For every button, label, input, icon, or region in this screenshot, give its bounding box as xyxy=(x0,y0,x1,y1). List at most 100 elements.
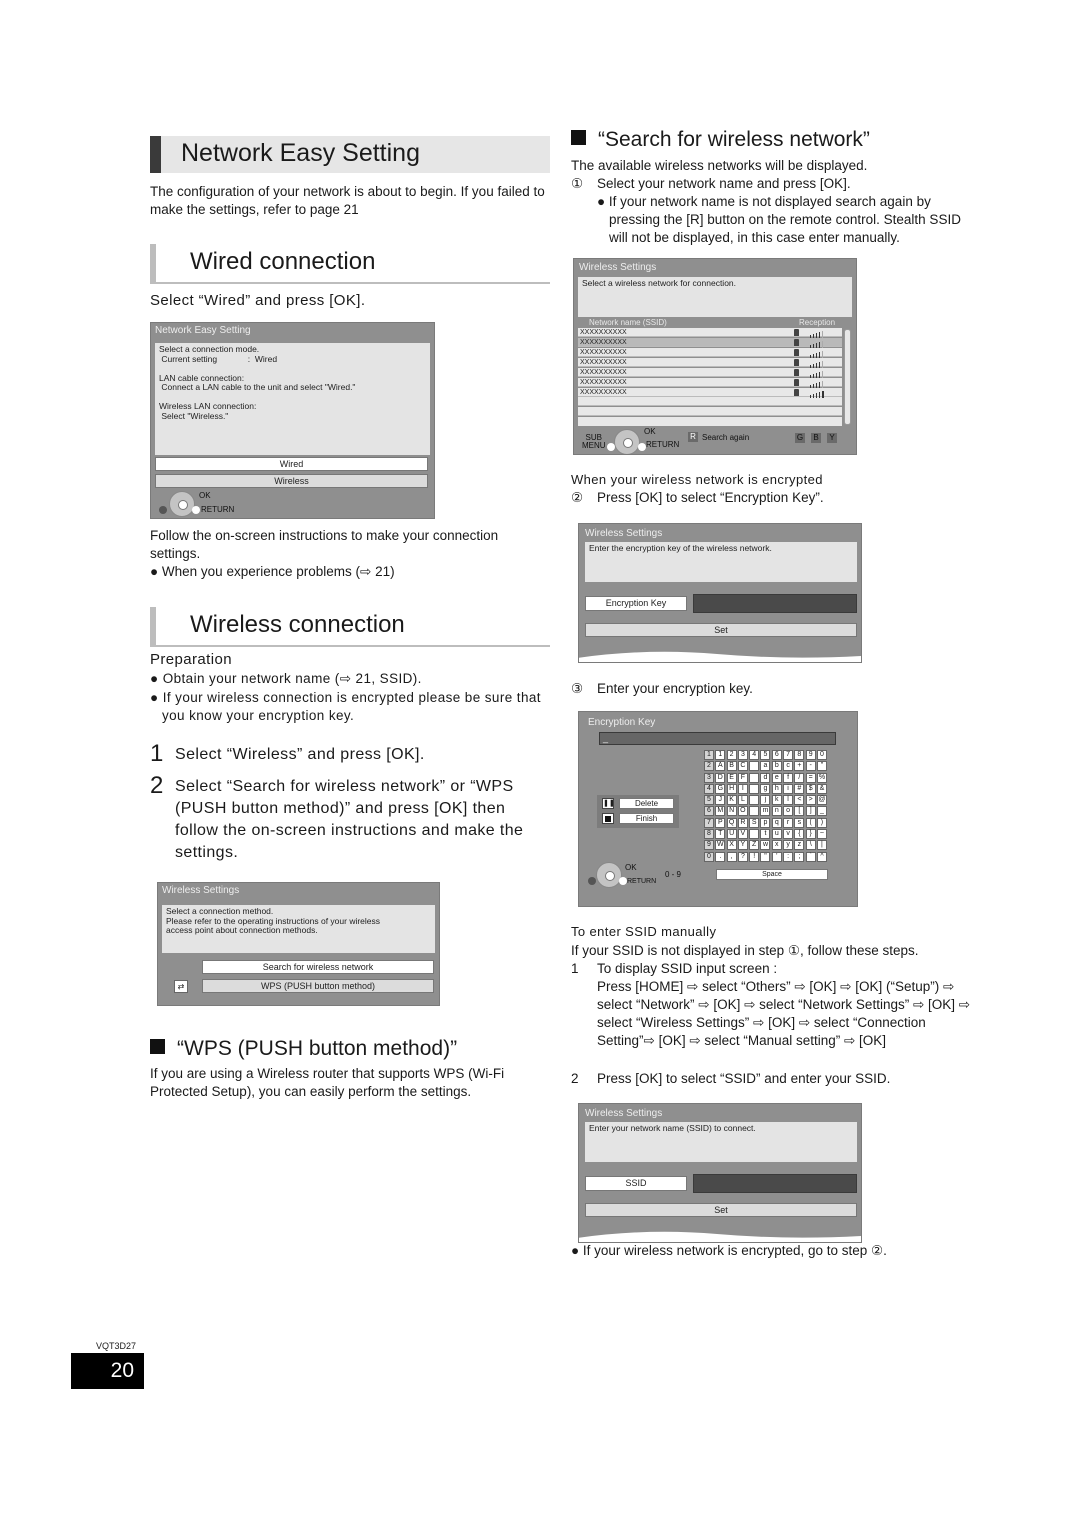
character-key[interactable]: C xyxy=(737,761,748,772)
character-key[interactable]: Z xyxy=(749,840,760,851)
character-key[interactable]: { xyxy=(794,829,805,840)
character-key[interactable]: # xyxy=(794,783,805,794)
character-key[interactable]: " xyxy=(760,851,771,862)
character-key[interactable]: T xyxy=(715,829,726,840)
character-key[interactable]: N xyxy=(726,806,737,817)
character-key[interactable]: G xyxy=(715,783,726,794)
network-row[interactable]: XXXXXXXXXX xyxy=(578,348,842,358)
wired-option[interactable]: Wired xyxy=(155,457,428,471)
character-key[interactable]: 3 xyxy=(737,750,748,760)
character-key[interactable] xyxy=(749,783,760,794)
character-key[interactable]: c xyxy=(783,761,794,772)
character-key[interactable]: , xyxy=(726,851,737,862)
character-key[interactable]: B xyxy=(726,761,737,772)
character-key[interactable]: W xyxy=(715,840,726,851)
character-key[interactable]: V xyxy=(737,829,748,840)
character-key[interactable]: \ xyxy=(805,840,816,851)
wps-option[interactable]: WPS (PUSH button method) xyxy=(202,979,434,993)
character-key[interactable]: u xyxy=(771,829,782,840)
character-key[interactable]: . xyxy=(715,851,726,862)
character-key[interactable]: x xyxy=(771,840,782,851)
character-key[interactable]: % xyxy=(816,772,827,783)
character-key[interactable]: } xyxy=(805,829,816,840)
character-key[interactable]: h xyxy=(771,783,782,794)
character-key[interactable]: < xyxy=(794,795,805,806)
character-key[interactable]: : xyxy=(783,851,794,862)
character-key[interactable]: 6 xyxy=(771,750,782,760)
character-key[interactable]: ( xyxy=(805,817,816,828)
character-key[interactable]: w xyxy=(760,840,771,851)
character-key[interactable]: | xyxy=(816,840,827,851)
set-button[interactable]: Set xyxy=(585,1203,857,1217)
character-key[interactable]: ; xyxy=(794,851,805,862)
character-key[interactable]: 1 xyxy=(715,750,726,760)
character-key[interactable]: ` xyxy=(805,851,816,862)
set-button[interactable]: Set xyxy=(585,623,857,637)
character-key[interactable]: 4 xyxy=(749,750,760,760)
encryption-key-field-label[interactable]: Encryption Key xyxy=(585,596,687,611)
character-key[interactable]: o xyxy=(783,806,794,817)
character-key[interactable]: / xyxy=(794,772,805,783)
character-key[interactable]: q xyxy=(771,817,782,828)
character-key[interactable]: r xyxy=(783,817,794,828)
character-key[interactable]: 2 xyxy=(726,750,737,760)
character-key[interactable]: L xyxy=(737,795,748,806)
character-key[interactable]: > xyxy=(805,795,816,806)
character-key[interactable]: ? xyxy=(737,851,748,862)
network-row[interactable]: XXXXXXXXXX xyxy=(578,378,842,388)
character-key[interactable]: 8 xyxy=(794,750,805,760)
character-key[interactable]: ~ xyxy=(816,829,827,840)
network-row[interactable]: XXXXXXXXXX xyxy=(578,368,842,378)
character-key[interactable]: = xyxy=(805,772,816,783)
search-wireless-option[interactable]: Search for wireless network xyxy=(202,960,434,974)
character-key[interactable]: H xyxy=(726,783,737,794)
character-key[interactable]: P xyxy=(715,817,726,828)
character-key[interactable]: n xyxy=(771,806,782,817)
delete-button[interactable]: Delete xyxy=(619,798,674,809)
character-key[interactable]: t xyxy=(760,829,771,840)
character-key[interactable]: g xyxy=(760,783,771,794)
character-key[interactable]: 5 xyxy=(760,750,771,760)
wireless-option[interactable]: Wireless xyxy=(155,474,428,488)
character-key[interactable]: E xyxy=(726,772,737,783)
character-key[interactable]: k xyxy=(771,795,782,806)
character-key[interactable]: i xyxy=(783,783,794,794)
character-key[interactable]: ' xyxy=(771,851,782,862)
encryption-key-text-input[interactable]: _ xyxy=(599,732,836,745)
network-row[interactable]: XXXXXXXXXX xyxy=(578,388,842,398)
character-key[interactable]: b xyxy=(771,761,782,772)
character-key[interactable]: e xyxy=(771,772,782,783)
scrollbar[interactable] xyxy=(844,329,851,425)
character-key[interactable]: j xyxy=(760,795,771,806)
character-key[interactable]: l xyxy=(783,795,794,806)
ssid-field-label[interactable]: SSID xyxy=(585,1176,687,1191)
character-key[interactable]: K xyxy=(726,795,737,806)
character-key[interactable]: z xyxy=(794,840,805,851)
character-key[interactable] xyxy=(749,806,760,817)
encryption-key-input[interactable] xyxy=(693,594,857,613)
character-key[interactable]: [ xyxy=(794,806,805,817)
character-key[interactable]: R xyxy=(737,817,748,828)
character-key[interactable]: f xyxy=(783,772,794,783)
finish-button[interactable]: Finish xyxy=(619,813,674,824)
character-key[interactable]: A xyxy=(715,761,726,772)
character-key[interactable]: M xyxy=(715,806,726,817)
character-key[interactable] xyxy=(749,772,760,783)
character-key[interactable] xyxy=(749,761,760,772)
character-key[interactable]: _ xyxy=(816,806,827,817)
character-key[interactable]: Y xyxy=(737,840,748,851)
ssid-input[interactable] xyxy=(693,1174,857,1193)
character-key[interactable]: " xyxy=(816,761,827,772)
space-key[interactable]: Space xyxy=(716,869,828,880)
character-key[interactable]: U xyxy=(726,829,737,840)
character-key[interactable]: a xyxy=(760,761,771,772)
character-key[interactable]: F xyxy=(737,772,748,783)
character-key[interactable]: 7 xyxy=(783,750,794,760)
network-row[interactable]: XXXXXXXXXX xyxy=(578,328,842,338)
character-key[interactable]: X xyxy=(726,840,737,851)
character-key[interactable]: - xyxy=(805,761,816,772)
character-key[interactable]: ] xyxy=(805,806,816,817)
character-key[interactable]: p xyxy=(760,817,771,828)
character-key[interactable]: J xyxy=(715,795,726,806)
character-key[interactable]: & xyxy=(816,783,827,794)
